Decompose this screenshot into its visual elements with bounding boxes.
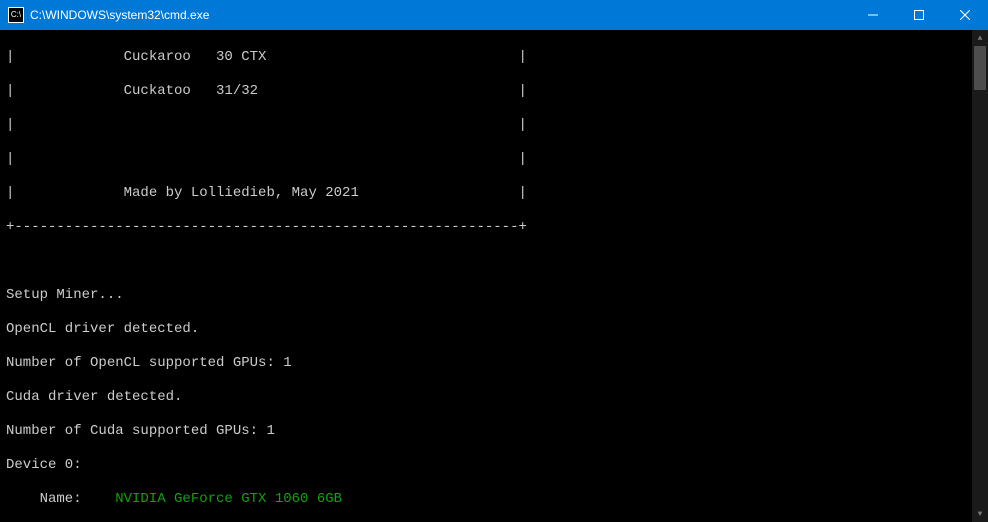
device-name-label: Name:	[6, 491, 115, 507]
device-name-line: Name: NVIDIA GeForce GTX 1060 6GB	[6, 491, 982, 508]
close-button[interactable]	[942, 0, 988, 30]
window-controls	[850, 0, 988, 30]
scroll-down-icon[interactable]: ▼	[972, 506, 988, 522]
header-line: | Cuckaroo 30 CTX |	[6, 49, 982, 66]
header-credit: | Made by Lolliedieb, May 2021 |	[6, 185, 982, 202]
scroll-up-icon[interactable]: ▲	[972, 30, 988, 46]
terminal-output: | Cuckaroo 30 CTX | | Cuckatoo 31/32 | |…	[0, 30, 988, 522]
scrollbar-thumb[interactable]	[974, 46, 986, 90]
setup-line: OpenCL driver detected.	[6, 321, 982, 338]
cmd-icon: C:\	[8, 7, 24, 23]
device-header: Device 0:	[6, 457, 982, 474]
setup-line: Cuda driver detected.	[6, 389, 982, 406]
gpu-name: NVIDIA GeForce GTX 1060 6GB	[115, 491, 342, 507]
blank-line	[6, 253, 982, 270]
minimize-button[interactable]	[850, 0, 896, 30]
vertical-scrollbar[interactable]: ▲ ▼	[972, 30, 988, 522]
window-titlebar: C:\ C:\WINDOWS\system32\cmd.exe	[0, 0, 988, 30]
setup-line: Number of OpenCL supported GPUs: 1	[6, 355, 982, 372]
setup-line: Number of Cuda supported GPUs: 1	[6, 423, 982, 440]
header-line: | Cuckatoo 31/32 |	[6, 83, 982, 100]
window-title: C:\WINDOWS\system32\cmd.exe	[30, 8, 850, 22]
header-line: | |	[6, 151, 982, 168]
header-line: | |	[6, 117, 982, 134]
maximize-button[interactable]	[896, 0, 942, 30]
setup-line: Setup Miner...	[6, 287, 982, 304]
header-divider: +---------------------------------------…	[6, 219, 982, 236]
